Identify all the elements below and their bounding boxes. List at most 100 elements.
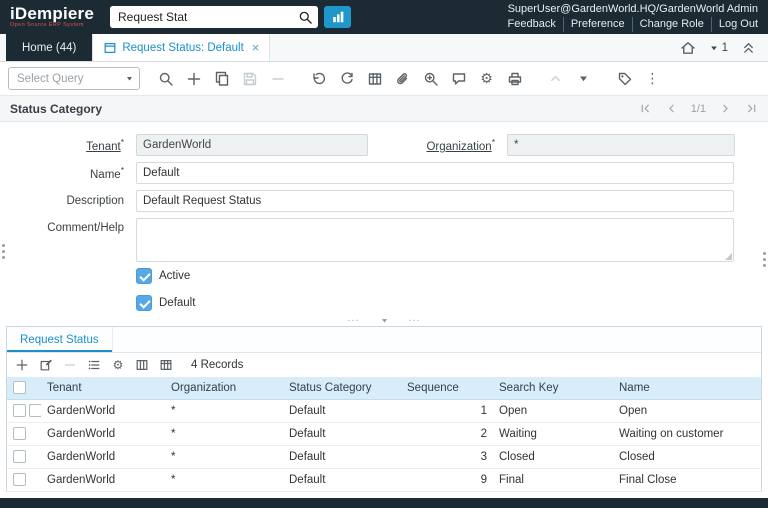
detail-sort-button[interactable] xyxy=(83,355,105,375)
previous-record-button[interactable] xyxy=(665,102,678,115)
select-query-dropdown[interactable]: Select Query xyxy=(8,67,140,90)
last-record-button[interactable] xyxy=(745,102,758,115)
row-checkbox[interactable] xyxy=(13,450,26,463)
more-actions-button[interactable]: ⋮ xyxy=(640,66,665,91)
detail-edit-button[interactable] xyxy=(35,355,57,375)
tab-home[interactable]: Home (44) xyxy=(6,34,93,61)
detail-record-button[interactable] xyxy=(571,66,596,91)
detail-customize-button[interactable]: ⚙ xyxy=(107,355,129,375)
description-field[interactable] xyxy=(136,190,734,212)
change-role-link[interactable]: Change Role xyxy=(633,17,712,32)
table-row[interactable]: GardenWorld * Default 2 Waiting Waiting … xyxy=(7,422,761,446)
current-row-checkbox[interactable] xyxy=(29,404,41,417)
table-row[interactable]: GardenWorld * Default 9 Final Final Clos… xyxy=(7,468,761,492)
tab-request-status-detail[interactable]: Request Status xyxy=(7,327,113,352)
cell-status-category: Default xyxy=(283,445,401,469)
next-record-button[interactable] xyxy=(719,102,732,115)
feedback-link[interactable]: Feedback xyxy=(501,17,564,32)
page-title: Status Category xyxy=(10,101,103,116)
row-checkbox[interactable] xyxy=(13,427,26,440)
save-button[interactable] xyxy=(237,66,262,91)
parent-record-button[interactable] xyxy=(543,66,568,91)
comment-help-field[interactable] xyxy=(136,218,734,262)
detail-column-button[interactable] xyxy=(131,355,153,375)
delete-button[interactable] xyxy=(265,66,290,91)
row-checkbox[interactable] xyxy=(13,404,26,417)
cell-organization: * xyxy=(165,445,283,469)
find-button[interactable] xyxy=(153,66,178,91)
refresh-button[interactable] xyxy=(334,66,359,91)
active-checkbox[interactable] xyxy=(136,268,152,284)
chat-button[interactable] xyxy=(446,66,471,91)
global-search-input[interactable] xyxy=(110,6,293,28)
cell-status-category: Default xyxy=(283,468,401,492)
search-button[interactable] xyxy=(292,6,319,28)
column-header-sequence[interactable]: Sequence xyxy=(401,377,493,400)
copy-record-button[interactable] xyxy=(209,66,234,91)
minus-icon xyxy=(65,364,75,366)
detail-new-button[interactable] xyxy=(11,355,33,375)
right-panel-handle[interactable] xyxy=(763,252,766,255)
table-row[interactable]: GardenWorld * Default 1 Open Open xyxy=(7,399,761,423)
process-button[interactable]: ⚙ xyxy=(474,66,499,91)
close-icon[interactable]: × xyxy=(252,40,260,55)
column-header-search-key[interactable]: Search Key xyxy=(493,377,613,400)
caret-down-icon xyxy=(710,45,717,50)
dots-vertical-icon: ⋮ xyxy=(645,70,660,87)
bottom-panel-bar[interactable] xyxy=(0,498,768,508)
first-record-button[interactable] xyxy=(639,102,652,115)
table-header-row: Tenant Organization Status Category Sequ… xyxy=(7,377,761,400)
row-checkbox[interactable] xyxy=(13,473,26,486)
detail-delete-button[interactable] xyxy=(59,355,81,375)
columns-icon xyxy=(136,360,148,370)
request-status-table: Tenant Organization Status Category Sequ… xyxy=(7,377,761,492)
detail-grid-button[interactable] xyxy=(155,355,177,375)
performance-button[interactable] xyxy=(324,6,352,28)
cell-search-key: Open xyxy=(493,399,613,423)
label-button[interactable] xyxy=(612,66,637,91)
minus-icon xyxy=(271,77,284,80)
preference-link[interactable]: Preference xyxy=(564,17,633,32)
organization-label: Organization* xyxy=(426,137,495,153)
collapse-all-button[interactable] xyxy=(741,40,756,55)
grid-toggle-button[interactable] xyxy=(362,66,387,91)
zoom-across-button[interactable] xyxy=(418,66,443,91)
global-search xyxy=(110,6,319,28)
column-header-name[interactable]: Name xyxy=(613,377,761,400)
window-count-dropdown[interactable]: 1 xyxy=(709,42,728,54)
cell-name: Final Close xyxy=(613,468,761,492)
detail-tabstrip: Request Status xyxy=(7,327,761,353)
tab-request-status[interactable]: Request Status: Default × xyxy=(92,34,271,61)
grid-icon xyxy=(368,72,381,85)
column-header-organization[interactable]: Organization xyxy=(165,377,283,400)
column-header-tenant[interactable]: Tenant xyxy=(41,377,165,400)
left-panel-handle[interactable] xyxy=(2,244,5,247)
name-row: Name* xyxy=(0,162,768,184)
undo-icon xyxy=(312,72,325,84)
detail-pane: Request Status ⚙ 4 Records Tenant Organi… xyxy=(6,326,762,492)
pane-splitter[interactable] xyxy=(0,314,768,326)
user-links: Feedback Preference Change Role Log Out xyxy=(501,17,758,32)
tenant-field[interactable] xyxy=(136,134,368,156)
chevron-up-icon xyxy=(551,75,560,82)
cell-name: Open xyxy=(613,399,761,423)
home-button[interactable] xyxy=(680,40,696,56)
table-row[interactable]: GardenWorld * Default 3 Closed Closed xyxy=(7,445,761,469)
record-titlebar: Status Category 1/1 xyxy=(0,96,768,122)
default-checkbox[interactable] xyxy=(136,295,152,311)
organization-field[interactable] xyxy=(507,134,735,156)
main-toolbar: Select Query ⚙ ⋮ xyxy=(0,62,768,96)
undo-button[interactable] xyxy=(306,66,331,91)
new-record-button[interactable] xyxy=(181,66,206,91)
tag-icon xyxy=(618,72,631,85)
name-field[interactable] xyxy=(136,162,734,184)
logo-tagline: Open Source ERP System xyxy=(10,22,84,29)
cell-sequence: 3 xyxy=(401,445,493,469)
select-all-checkbox[interactable] xyxy=(13,381,26,395)
attachment-button[interactable] xyxy=(390,66,415,91)
print-button[interactable] xyxy=(502,66,527,91)
paperclip-icon xyxy=(396,72,407,84)
column-header-status-category[interactable]: Status Category xyxy=(283,377,401,400)
cell-organization: * xyxy=(165,468,283,492)
logout-link[interactable]: Log Out xyxy=(712,17,758,32)
